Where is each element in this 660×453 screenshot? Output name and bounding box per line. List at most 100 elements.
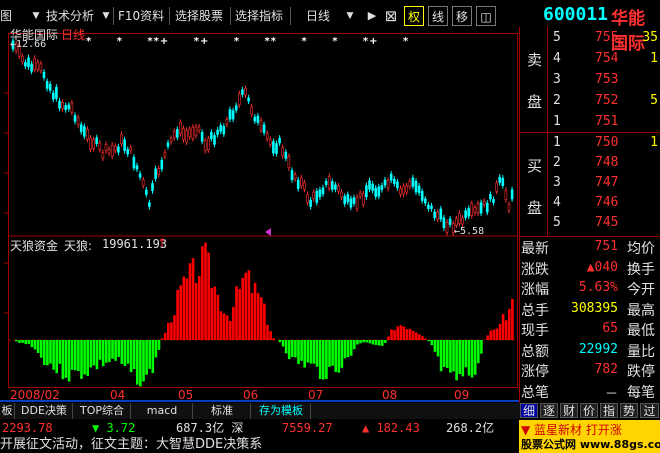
rights-adjust-button[interactable]: 权 <box>404 6 424 26</box>
flow-bar <box>173 315 176 340</box>
candle-body <box>176 129 179 138</box>
flow-bar <box>430 340 434 346</box>
candle-body <box>234 105 238 111</box>
tab-macd[interactable]: macd <box>132 403 193 419</box>
flow-bar <box>284 340 288 354</box>
candle-body <box>228 109 232 120</box>
candle-body <box>135 165 139 170</box>
flow-bar <box>402 326 406 340</box>
flow-bar <box>219 311 223 340</box>
candle-body <box>123 139 126 151</box>
period-select[interactable]: 日线 <box>306 6 330 26</box>
flow-bar <box>30 340 34 348</box>
candle-body <box>368 180 371 190</box>
candle-body <box>76 117 80 125</box>
flow-bar <box>77 340 80 372</box>
dropdown-arrow-icon[interactable]: ▼ <box>30 6 42 26</box>
tab-top[interactable]: TOP综合 <box>74 403 131 419</box>
tab-detail[interactable]: 细 <box>520 403 538 418</box>
sell-row-price: 752 <box>595 93 619 108</box>
candle-body <box>213 135 216 145</box>
tab-dde[interactable]: DDE决策 <box>16 403 73 419</box>
tab-filter[interactable]: 过 <box>640 403 659 418</box>
candle-body <box>216 129 219 135</box>
candle-body <box>383 179 387 186</box>
flow-bar <box>287 340 291 360</box>
candle-body <box>67 104 71 110</box>
candle-body <box>448 218 452 225</box>
toolbar-left-stub[interactable]: 图 <box>0 6 12 26</box>
sell-row-level: 3 <box>553 72 561 87</box>
candle-body <box>265 133 269 139</box>
quote-label-2: 换手 <box>627 261 655 278</box>
sh-index-change: ▼ 3.72 <box>92 421 136 435</box>
candle-body <box>151 183 154 192</box>
chart-area[interactable] <box>0 33 520 403</box>
candle-body <box>334 184 337 190</box>
f10-button[interactable]: F10资料 <box>118 6 164 26</box>
flow-bar <box>89 340 93 368</box>
select-stock-button[interactable]: 选择股票 <box>175 6 223 26</box>
tech-analysis-menu[interactable]: 技术分析 <box>46 6 94 26</box>
sell-row-level: 4 <box>553 51 561 66</box>
quote-value: 751 <box>594 239 618 254</box>
candle-body <box>327 176 331 189</box>
flow-bar <box>362 340 365 343</box>
x-axis: 2008/02 04 05 06 07 08 09 <box>0 388 520 402</box>
candle-body <box>405 185 409 193</box>
candle-body <box>169 138 173 142</box>
tab-tick[interactable]: 逐 <box>540 403 558 418</box>
move-button[interactable]: 移 <box>452 6 472 26</box>
period-dropdown-icon[interactable]: ▼ <box>344 6 356 26</box>
separator <box>113 7 114 25</box>
candle-body <box>182 128 185 141</box>
buy-row-price: 746 <box>595 195 619 210</box>
candle-body <box>489 194 492 200</box>
tab-price[interactable]: 价 <box>580 403 598 418</box>
detail-tabs: 细 逐 财 价 指 势 过 <box>519 403 660 419</box>
flow-bar <box>446 340 449 368</box>
candle-body <box>244 88 247 96</box>
flow-bar <box>253 282 257 340</box>
sh-index-value: 2293.78 <box>2 421 53 435</box>
dropdown-arrow-icon[interactable]: ▼ <box>100 6 112 26</box>
candle-body <box>185 130 188 143</box>
candle-body <box>309 199 312 207</box>
tab-panel[interactable]: 板 <box>0 403 15 419</box>
candle-body <box>352 197 356 204</box>
tab-trend[interactable]: 势 <box>620 403 638 418</box>
candle-body <box>436 211 440 220</box>
select-indicator-button[interactable]: 选择指标 <box>235 6 283 26</box>
flow-bar <box>439 340 443 372</box>
candle-body <box>420 191 424 201</box>
tab-index[interactable]: 指 <box>600 403 618 418</box>
line-button[interactable]: 线 <box>428 6 448 26</box>
sell-label: 盘 <box>527 93 543 111</box>
flow-bar <box>452 340 455 372</box>
candle-body <box>306 194 309 203</box>
sell-row-price: 755 <box>595 30 619 45</box>
sell-label: 卖 <box>527 51 543 69</box>
candle-body <box>107 148 111 154</box>
window-icon[interactable]: ◫ <box>476 6 496 26</box>
tab-standard[interactable]: 标准 <box>194 403 251 419</box>
flow-bar <box>154 340 158 358</box>
candle-body <box>126 149 129 155</box>
candle-body <box>141 179 145 186</box>
flow-bar <box>207 252 210 340</box>
tab-finance[interactable]: 财 <box>560 403 578 418</box>
sell-row-level: 5 <box>553 30 561 45</box>
quote-label: 最新 <box>521 241 549 257</box>
flow-bar <box>328 340 331 367</box>
candle-body <box>389 173 393 181</box>
play-icon[interactable]: ▶ <box>365 6 379 26</box>
flow-bar <box>160 338 164 340</box>
flow-bar <box>272 338 275 340</box>
crosshair-icon[interactable]: ⊠ <box>382 6 400 26</box>
x-axis-scrollbar[interactable] <box>0 400 520 402</box>
candle-body <box>253 116 257 122</box>
promo-banner[interactable]: ▼ 蓝星新材 打开涨 股票公式网 www.88gs.com <box>519 420 660 453</box>
flow-bar <box>170 322 173 340</box>
tab-save-template[interactable]: 存为模板 <box>252 403 311 419</box>
flow-bar <box>163 332 167 340</box>
